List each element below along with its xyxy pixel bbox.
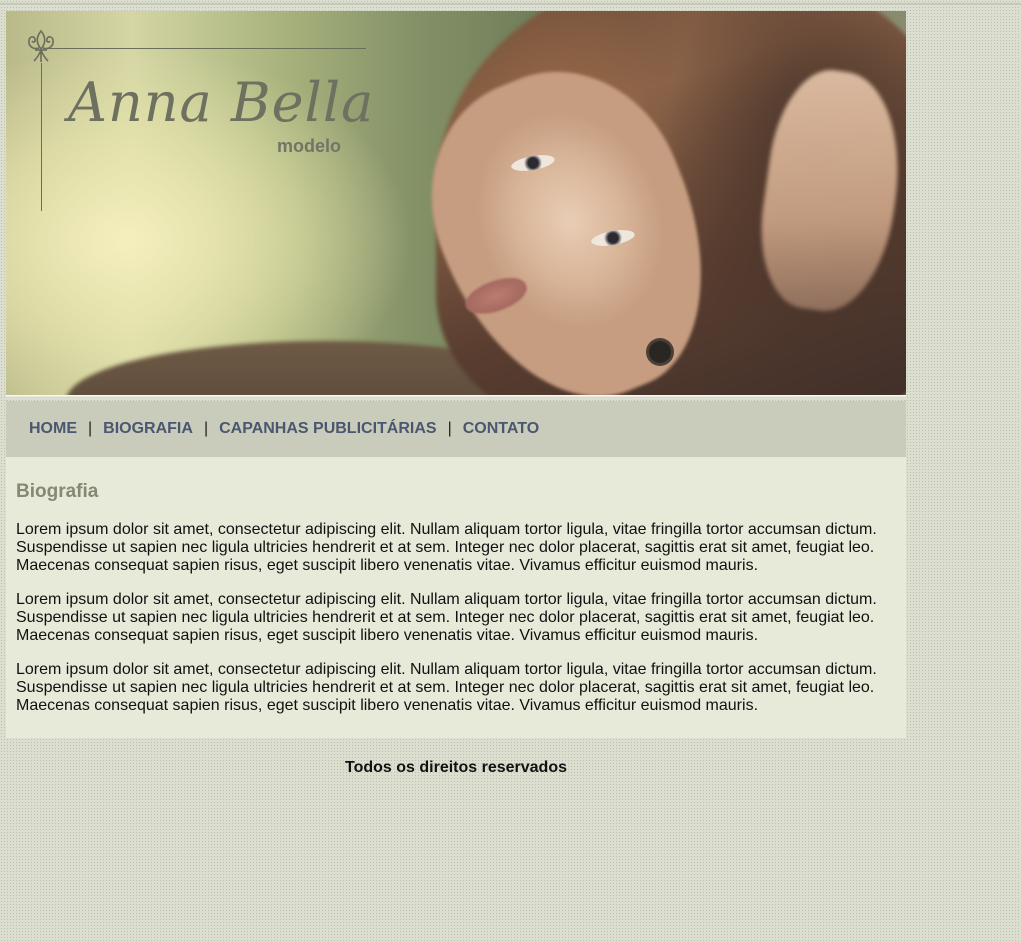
logo-vertical-rule — [41, 63, 42, 211]
page-title: Biografia — [16, 481, 99, 502]
fleur-de-lis-icon — [28, 29, 54, 62]
nav-link-home[interactable]: HOME — [29, 420, 77, 438]
nav-separator: | — [203, 420, 209, 437]
logo-name: Anna Bella — [68, 71, 375, 134]
footer-copyright: Todos os direitos reservados — [345, 759, 567, 776]
page-wrapper: Anna Bella modelo HOME | BIOGRAFIA | CAP… — [6, 11, 906, 777]
bio-paragraph: Lorem ipsum dolor sit amet, consectetur … — [16, 521, 877, 574]
nav-link-contato[interactable]: CONTATO — [463, 420, 539, 438]
banner-photo-earring — [649, 341, 671, 363]
banner-divider — [6, 395, 906, 398]
logo-horizontal-rule — [48, 48, 366, 49]
main-navigation: HOME | BIOGRAFIA | CAPANHAS PUBLICITÁRIA… — [6, 401, 906, 457]
bio-paragraph: Lorem ipsum dolor sit amet, consectetur … — [16, 661, 877, 714]
content-area: Biografia Lorem ipsum dolor sit amet, co… — [6, 457, 906, 738]
bio-paragraph: Lorem ipsum dolor sit amet, consectetur … — [16, 591, 877, 644]
header-banner: Anna Bella modelo — [6, 11, 906, 398]
top-divider — [0, 3, 1021, 5]
nav-link-biografia[interactable]: BIOGRAFIA — [103, 420, 193, 438]
nav-link-campanhas[interactable]: CAPANHAS PUBLICITÁRIAS — [219, 420, 436, 438]
nav-separator: | — [88, 420, 93, 437]
logo-subtitle: modelo — [277, 136, 342, 156]
nav-separator: | — [447, 420, 452, 437]
